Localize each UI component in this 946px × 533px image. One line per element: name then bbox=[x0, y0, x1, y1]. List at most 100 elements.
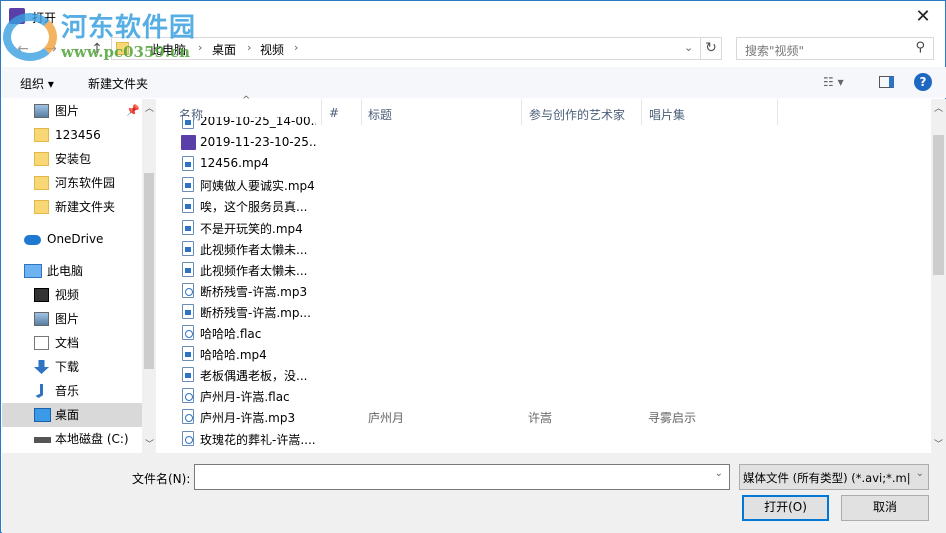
crumb-desktop[interactable]: 桌面 bbox=[212, 41, 236, 58]
nav-item[interactable]: 图片 bbox=[2, 307, 142, 331]
organize-button[interactable]: 组织 ▾ bbox=[20, 75, 54, 92]
scroll-up-icon[interactable]: ︿ bbox=[934, 101, 943, 114]
audio-file-icon bbox=[182, 388, 194, 404]
close-button[interactable]: ✕ bbox=[905, 5, 941, 29]
nav-scrollbar[interactable]: ︿ ﹀ bbox=[142, 99, 156, 453]
nav-item[interactable]: 123456 bbox=[2, 123, 142, 147]
pin-icon[interactable]: 📌 bbox=[126, 99, 140, 123]
preview-pane-icon[interactable] bbox=[879, 76, 894, 88]
nav-item[interactable]: 安装包 bbox=[2, 147, 142, 171]
file-row[interactable]: 断桥残雪-许嵩.mp... bbox=[156, 301, 931, 322]
scroll-up-icon[interactable]: ︿ bbox=[145, 101, 154, 114]
watermark-url: www.pc0359.cn bbox=[61, 43, 191, 61]
nav-item-label: 文档 bbox=[55, 336, 80, 350]
audio-file-icon bbox=[182, 325, 194, 340]
filename-input[interactable]: ⌄ bbox=[194, 464, 730, 490]
file-row[interactable]: 12456.mp4 bbox=[156, 153, 931, 174]
crumb-videos[interactable]: 视频 bbox=[260, 41, 284, 58]
nav-item[interactable]: 视频 bbox=[2, 283, 142, 307]
download-icon bbox=[34, 360, 49, 374]
chevron-right-icon[interactable]: › bbox=[294, 41, 298, 54]
music-icon bbox=[35, 384, 43, 398]
address-bar[interactable]: 此电脑 › 桌面 › 视频 › ⌄ bbox=[111, 37, 701, 60]
file-row[interactable]: 哈哈哈.flac bbox=[156, 322, 931, 343]
file-row[interactable]: 哈哈哈.mp4 bbox=[156, 343, 931, 364]
file-row[interactable]: 唉，这个服务员真... bbox=[156, 195, 931, 216]
file-row[interactable]: 老板偶遇老板，没... bbox=[156, 364, 931, 385]
bottom-panel: 文件名(N): ⌄ 媒体文件 (所有类型) (*.avi;*.m| ⌄ 打开(O… bbox=[2, 453, 946, 533]
help-icon[interactable]: ? bbox=[914, 73, 932, 91]
desktop-icon bbox=[34, 408, 51, 422]
scroll-down-icon[interactable]: ﹀ bbox=[145, 437, 154, 450]
pictures-icon bbox=[34, 312, 49, 326]
file-row[interactable]: 玫瑰花的葬礼-许嵩.... bbox=[156, 428, 931, 449]
file-row[interactable]: 断桥残雪-许嵩.mp3 bbox=[156, 280, 931, 301]
file-row[interactable]: 此视频作者太懒未... bbox=[156, 259, 931, 280]
file-name: 哈哈哈.mp4 bbox=[200, 348, 267, 363]
nav-item[interactable]: 此电脑 bbox=[2, 259, 142, 283]
refresh-button[interactable]: ↻ bbox=[700, 37, 722, 60]
list-scroll-thumb[interactable] bbox=[933, 135, 944, 275]
search-input[interactable]: 搜索"视频" ⚲ bbox=[736, 37, 934, 60]
chevron-right-icon[interactable]: › bbox=[247, 41, 251, 54]
file-name: 断桥残雪-许嵩.mp3 bbox=[200, 284, 308, 299]
nav-item-label: 123456 bbox=[55, 128, 101, 142]
file-row[interactable]: 庐州月-许嵩.mp3 庐州月 许嵩 寻雾启示 bbox=[156, 406, 931, 427]
file-row[interactable]: 此视频作者太懒未... bbox=[156, 238, 931, 259]
video-file-icon bbox=[182, 240, 194, 256]
file-list: 2019-10-25_14-00... 2019-11-23-10-25... 12… bbox=[156, 117, 931, 453]
open-button[interactable]: 打开(O) bbox=[742, 495, 829, 521]
file-row[interactable]: 2019-10-25_14-00... bbox=[156, 117, 931, 132]
file-name: 12456.mp4 bbox=[200, 156, 269, 171]
address-dropdown-icon[interactable]: ⌄ bbox=[684, 41, 693, 54]
nav-item-label: 本地磁盘 (C:) bbox=[55, 432, 129, 446]
nav-item[interactable]: 河东软件园 bbox=[2, 171, 142, 195]
nav-item-label: 图片 bbox=[55, 104, 80, 118]
nav-item[interactable]: 本地磁盘 (C:) bbox=[2, 427, 142, 451]
file-row[interactable]: 2019-11-23-10-25... bbox=[156, 132, 931, 153]
file-row[interactable]: 不是开玩笑的.mp4 bbox=[156, 217, 931, 238]
file-row[interactable]: 庐州月-许嵩.flac bbox=[156, 385, 931, 406]
file-title: 庐州月 bbox=[368, 411, 405, 426]
nav-item-label: 新建文件夹 bbox=[55, 200, 116, 214]
nav-item[interactable]: 下载 bbox=[2, 355, 142, 379]
view-options-icon[interactable]: ☷ ▾ bbox=[823, 75, 844, 89]
nav-item[interactable]: 图片 📌 bbox=[2, 99, 142, 123]
nav-item[interactable]: 音乐 bbox=[2, 379, 142, 403]
nav-item[interactable]: 桌面 bbox=[2, 403, 142, 427]
chevron-down-icon[interactable]: ⌄ bbox=[715, 468, 723, 479]
scroll-down-icon[interactable]: ﹀ bbox=[934, 437, 943, 450]
video-folder-icon bbox=[34, 288, 49, 302]
nav-item-label: 此电脑 bbox=[47, 264, 84, 278]
list-scrollbar[interactable]: ︿ ﹀ bbox=[931, 99, 946, 453]
video-file-icon bbox=[182, 117, 194, 129]
nav-item[interactable]: 新建文件夹 bbox=[2, 195, 142, 219]
search-icon[interactable]: ⚲ bbox=[915, 40, 925, 55]
chevron-down-icon[interactable]: ⌄ bbox=[915, 468, 924, 479]
cancel-button[interactable]: 取消 bbox=[841, 495, 929, 521]
audio-file-icon bbox=[182, 409, 194, 425]
file-name: 庐州月-许嵩.mp3 bbox=[200, 411, 296, 426]
sort-ascending-icon: ^ bbox=[242, 95, 251, 106]
video-file-icon bbox=[182, 198, 194, 214]
file-type-select[interactable]: 媒体文件 (所有类型) (*.avi;*.m| ⌄ bbox=[739, 464, 929, 490]
folder-icon bbox=[34, 152, 49, 166]
nav-item-label: 视频 bbox=[55, 288, 80, 302]
nav-scroll-thumb[interactable] bbox=[144, 173, 154, 369]
file-row[interactable]: 阿姨做人要诚实.mp4 bbox=[156, 174, 931, 195]
folder-icon bbox=[34, 128, 49, 142]
computer-icon bbox=[24, 264, 42, 278]
video-file-icon bbox=[182, 177, 194, 193]
toolbar: 组织 ▾ 新建文件夹 ☷ ▾ ? bbox=[2, 67, 946, 98]
file-name: 阿姨做人要诚实.mp4 bbox=[200, 179, 315, 194]
watermark-logo bbox=[3, 13, 57, 61]
file-name: 唉，这个服务员真... bbox=[200, 200, 308, 215]
chevron-right-icon[interactable]: › bbox=[198, 41, 202, 54]
nav-item[interactable]: OneDrive bbox=[2, 227, 142, 251]
audio-file-icon bbox=[182, 282, 194, 298]
file-name: 断桥残雪-许嵩.mp... bbox=[200, 305, 311, 320]
file-type-value: 媒体文件 (所有类型) (*.avi;*.m| bbox=[743, 471, 911, 485]
new-folder-button[interactable]: 新建文件夹 bbox=[88, 75, 148, 92]
video-file-icon bbox=[182, 219, 194, 235]
nav-item[interactable]: 文档 bbox=[2, 331, 142, 355]
